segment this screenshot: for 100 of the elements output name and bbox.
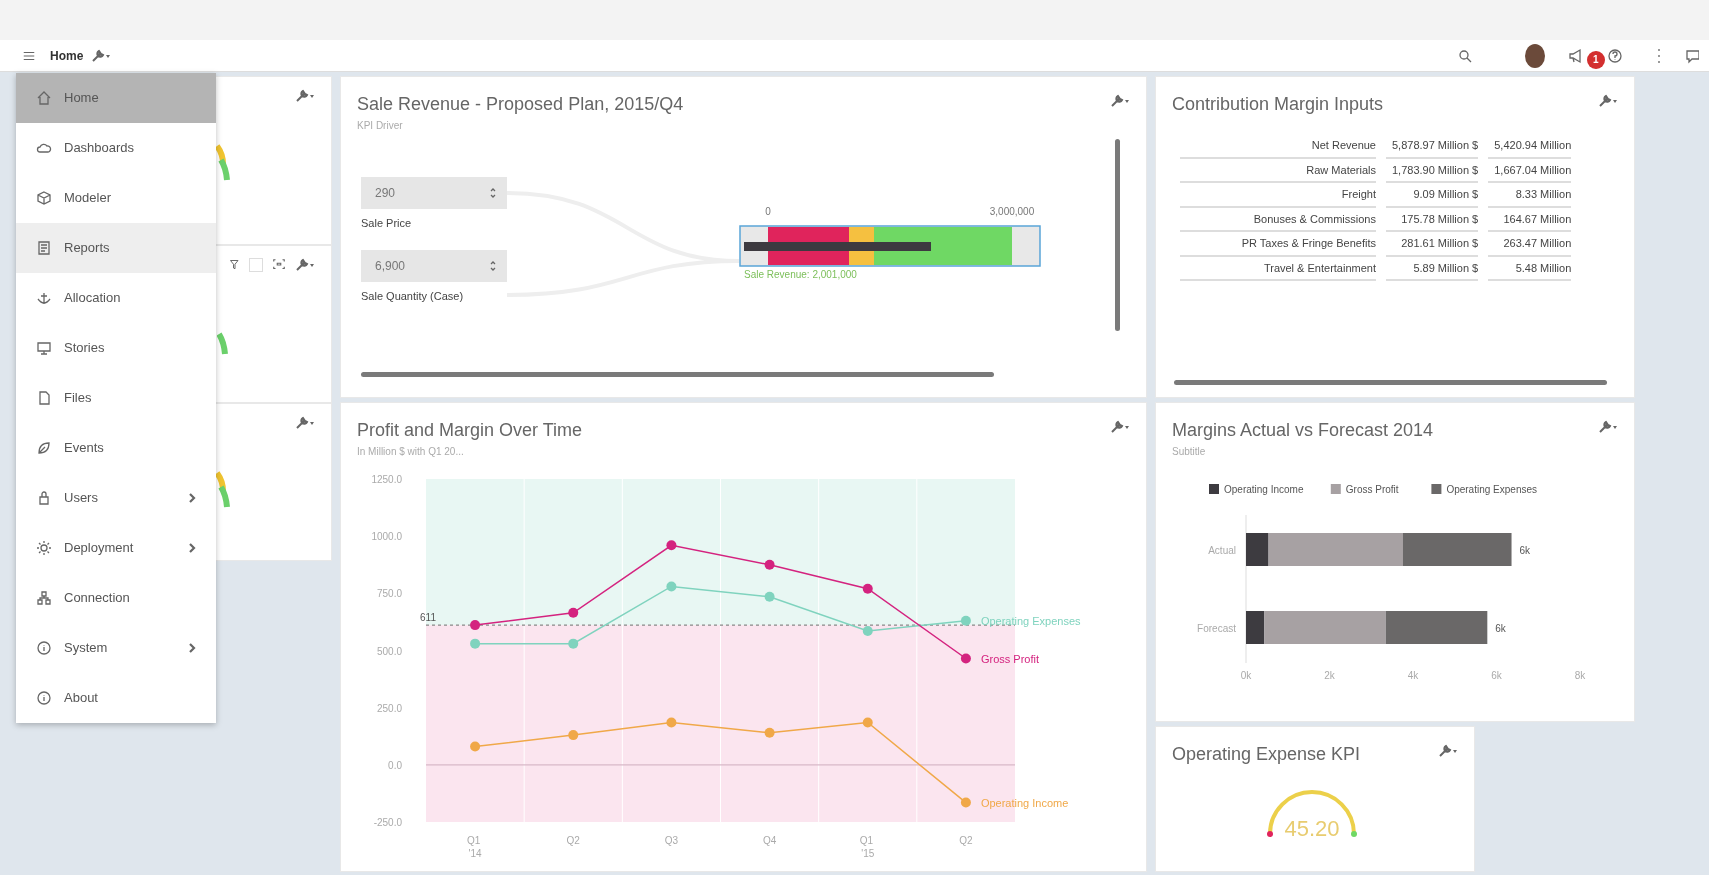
table-cell: Net Revenue [1180, 134, 1376, 159]
data-point [666, 717, 677, 728]
table-cell: 5,878.97 Million $ [1386, 134, 1479, 159]
card-subtitle: KPI Driver [357, 119, 404, 133]
scrollbar-thumb[interactable] [1115, 139, 1120, 331]
data-point [862, 583, 873, 594]
table-cell: Freight [1180, 183, 1376, 208]
menu-item[interactable]: Allocation [16, 273, 216, 323]
data-point [764, 591, 775, 602]
hierarchy-icon [36, 590, 52, 606]
filter-icon[interactable] [229, 258, 241, 272]
series-label: Gross Profit [980, 652, 1039, 665]
field-label: Sale Price [361, 216, 413, 231]
menu-item[interactable]: Modeler [16, 173, 216, 223]
data-point [764, 727, 775, 738]
checkbox[interactable] [249, 258, 263, 272]
menu-item[interactable]: Reports [16, 223, 216, 273]
data-point [862, 717, 873, 728]
data-point [666, 581, 677, 592]
menu-item[interactable]: System [16, 623, 216, 673]
x-tick-label: Q2 [566, 835, 580, 846]
data-point [862, 626, 873, 637]
wrench-button[interactable] [1598, 93, 1618, 108]
number-field[interactable]: 6,900 [361, 249, 507, 282]
category-label: Actual [1208, 545, 1236, 556]
notification-count: 1 [1587, 50, 1605, 69]
x-tick-label: Q3 [664, 835, 679, 846]
table-cell: 8.33 Million [1488, 183, 1572, 208]
file-icon [36, 390, 52, 406]
data-point [470, 741, 481, 752]
wrench-button[interactable] [1598, 419, 1618, 434]
card-title: Profit and Margin Over Time [357, 419, 583, 442]
legend-item: Operating Income [1209, 484, 1304, 495]
number-field[interactable]: 290 [361, 177, 507, 209]
menu-item[interactable]: Users [16, 473, 216, 523]
y-tick-label: -250.0 [373, 817, 402, 828]
leaf-icon [36, 440, 52, 456]
table-cell: 1,783.90 Million $ [1386, 158, 1479, 183]
table-cell: 164.67 Million [1488, 207, 1572, 232]
table-cell: Bonuses & Commissions [1180, 207, 1376, 232]
gauge-value: 45.20 [1284, 816, 1340, 840]
y-tick-label: 0.0 [388, 759, 402, 771]
scale-label: 3,000,000 [989, 206, 1035, 217]
menu-item[interactable]: Files [16, 373, 216, 423]
wrench-button[interactable] [295, 416, 315, 430]
card-title: Operating Expense KPI [1172, 743, 1361, 766]
menu-item[interactable]: Connection [16, 573, 216, 623]
category-label: Forecast [1197, 623, 1236, 634]
wrench-button[interactable] [1110, 93, 1130, 108]
data-point [470, 638, 481, 649]
table-cell: Travel & Entertainment [1180, 256, 1376, 281]
page-title: Home [50, 47, 84, 65]
menu-item[interactable]: Deployment [16, 523, 216, 573]
scrollbar-thumb[interactable] [361, 372, 994, 377]
data-point [666, 540, 677, 551]
x-tick-label: 0k [1240, 670, 1252, 681]
wrench-button[interactable] [295, 89, 315, 103]
legend-label: Operating Income [1224, 484, 1304, 495]
data-point [764, 559, 775, 570]
table-cell: Raw Materials [1180, 158, 1376, 183]
data-point [960, 653, 971, 664]
wrench-button[interactable] [1438, 743, 1458, 758]
help-icon[interactable] [1607, 47, 1623, 64]
chat-icon[interactable] [1685, 47, 1699, 64]
wrench-button[interactable] [295, 258, 315, 272]
spinner-icon[interactable] [489, 186, 497, 200]
table-cell: 175.78 Million $ [1386, 207, 1479, 232]
data-point [568, 730, 579, 741]
y-tick-label: 750.0 [376, 588, 402, 600]
table-cell: PR Taxes & Fringe Benefits [1180, 232, 1376, 257]
avatar[interactable] [1525, 43, 1545, 68]
search-icon[interactable] [1457, 47, 1473, 64]
wrench-button[interactable] [91, 48, 112, 63]
x-tick-label: 4k [1407, 670, 1419, 681]
x-tick-label: Q4 [762, 835, 777, 846]
menu-item[interactable]: Dashboards [16, 123, 216, 173]
menu-item[interactable]: Home [16, 73, 216, 123]
card-subtitle: In Million $ with Q1 20... [357, 445, 465, 459]
wrench-button[interactable] [1110, 419, 1130, 434]
menu-item[interactable]: About [16, 673, 216, 723]
more-icon[interactable] [1655, 46, 1663, 65]
series-label: Operating Income [980, 796, 1069, 809]
focus-icon[interactable] [271, 258, 287, 272]
chevron-icon [188, 542, 196, 554]
chevron-icon [188, 492, 196, 504]
table-cell: 1,667.04 Million [1488, 158, 1572, 183]
chart-caption: Sale Revenue: 2,001,000 [744, 268, 858, 282]
card-title: Sale Revenue - Proposed Plan, 2015/Q4 [357, 93, 684, 116]
table-cell: 5,420.94 Million [1488, 134, 1572, 159]
data-point [470, 620, 481, 631]
x-tick-label: Q1 '15 [859, 835, 875, 859]
table-cell: 5.48 Million [1488, 256, 1572, 281]
scrollbar-thumb[interactable] [1174, 380, 1607, 385]
x-tick-label: 6k [1491, 670, 1502, 681]
menu-item[interactable]: Events [16, 423, 216, 473]
menu-item[interactable]: Stories [16, 323, 216, 373]
info-icon [36, 640, 52, 656]
y-tick-label: 1000.0 [371, 531, 402, 543]
gear-icon [36, 540, 52, 556]
chevron-icon [188, 642, 196, 654]
